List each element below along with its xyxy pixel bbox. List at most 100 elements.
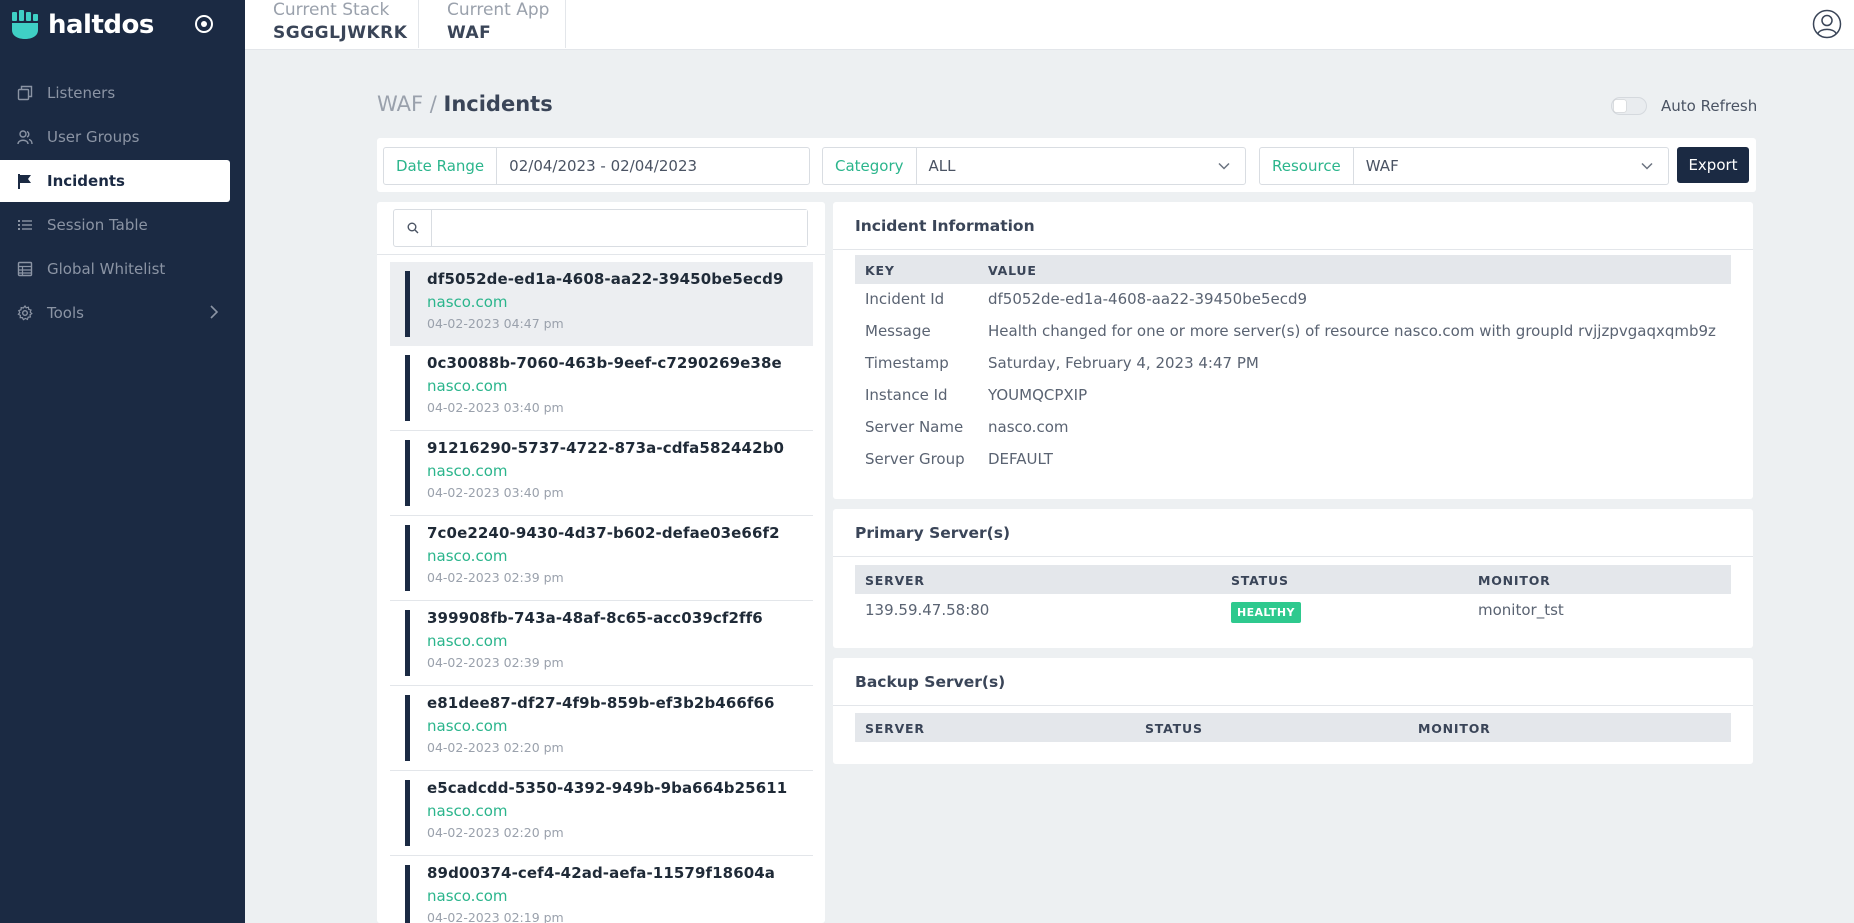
current-app-selector[interactable]: Current App WAF [419,0,566,48]
chevron-right-icon [210,305,219,319]
server-address: 139.59.47.58:80 [865,601,990,619]
brand-logo-link[interactable]: haltdos [10,6,154,44]
column-header-server: SERVER [865,573,925,588]
resource-label: Resource [1260,148,1354,184]
incident-list: df5052de-ed1a-4608-aa22-39450be5ecd9 nas… [390,262,813,923]
export-button[interactable]: Export [1677,147,1749,183]
gear-icon [16,304,34,322]
flag-icon [16,172,34,190]
incident-item[interactable]: 399908fb-743a-48af-8c65-acc039cf2ff6 nas… [390,601,813,686]
auto-refresh-toggle[interactable] [1611,97,1647,115]
incident-item[interactable]: e5cadcdd-5350-4392-949b-9ba664b25611 nas… [390,771,813,856]
sidebar-item-incidents[interactable]: Incidents [0,160,230,202]
incident-id: 0c30088b-7060-463b-9eef-c7290269e38e [427,354,782,372]
incident-item[interactable]: e81dee87-df27-4f9b-859b-ef3b2b466f66 nas… [390,686,813,771]
card-title: Primary Server(s) [833,509,1753,557]
incident-marker [405,440,410,506]
incident-item[interactable]: 91216290-5737-4722-873a-cdfa582442b0 nas… [390,431,813,516]
incident-list-panel: df5052de-ed1a-4608-aa22-39450be5ecd9 nas… [377,202,825,923]
table-icon [16,260,34,278]
current-app-value: WAF [447,23,492,43]
incident-marker [405,695,410,761]
info-value: Health changed for one or more server(s)… [988,322,1716,340]
category-select[interactable]: Category ALL [822,147,1246,185]
divider [377,254,825,255]
incident-host: nasco.com [427,802,508,820]
incident-host: nasco.com [427,462,508,480]
primary-servers-card: Primary Server(s) SERVER STATUS MONITOR … [833,509,1753,648]
table-row: Instance Id YOUMQCPXIP [855,380,1731,412]
breadcrumb-parent[interactable]: WAF [377,92,423,116]
chevron-down-icon [1218,162,1230,170]
user-profile-icon[interactable] [1812,9,1842,39]
category-value: ALL [928,157,956,175]
incident-item[interactable]: 0c30088b-7060-463b-9eef-c7290269e38e nas… [390,346,813,431]
incident-time: 04-02-2023 02:20 pm [427,740,564,755]
auto-refresh-control: Auto Refresh [1611,97,1757,115]
info-key: Server Group [865,450,965,468]
incident-information-card: Incident Information KEY VALUE Incident … [833,202,1753,499]
column-header-status: STATUS [1145,721,1203,736]
incident-marker [405,355,410,421]
current-stack-label: Current Stack [273,0,390,20]
toggle-knob [1614,100,1626,112]
current-stack-selector[interactable]: Current Stack SGGGLJWKRK [245,0,419,48]
incident-id: 91216290-5737-4722-873a-cdfa582442b0 [427,439,785,457]
sidebar-item-session-table[interactable]: Session Table [0,204,245,246]
backup-servers-card: Backup Server(s) SERVER STATUS MONITOR [833,658,1753,764]
incident-item[interactable]: 7c0e2240-9430-4d37-b602-defae03e66f2 nas… [390,516,813,601]
incident-host: nasco.com [427,632,508,650]
info-value: Saturday, February 4, 2023 4:47 PM [988,354,1259,372]
table-header: SERVER STATUS MONITOR [855,713,1731,742]
incident-item[interactable]: df5052de-ed1a-4608-aa22-39450be5ecd9 nas… [390,262,813,346]
sidebar-item-listeners[interactable]: Listeners [0,72,245,114]
date-range-label: Date Range [384,148,498,184]
incident-host: nasco.com [427,377,508,395]
card-title: Incident Information [833,202,1753,250]
filter-bar: Date Range 02/04/2023 - 02/04/2023 Categ… [377,138,1756,192]
incident-time: 04-02-2023 02:20 pm [427,825,564,840]
target-settings-icon[interactable] [193,13,215,35]
haltdos-logo-icon [12,10,38,39]
resource-select[interactable]: Resource WAF [1259,147,1669,185]
incident-host: nasco.com [427,293,508,311]
search-input[interactable] [432,210,807,246]
monitor-name: monitor_tst [1478,601,1564,619]
incident-id: e5cadcdd-5350-4392-949b-9ba664b25611 [427,779,788,797]
incident-time: 04-02-2023 04:47 pm [427,316,564,331]
date-range-filter[interactable]: Date Range 02/04/2023 - 02/04/2023 [383,147,810,185]
column-header-status: STATUS [1231,573,1289,588]
incident-host: nasco.com [427,547,508,565]
incident-id: e81dee87-df27-4f9b-859b-ef3b2b466f66 [427,694,775,712]
sidebar-item-user-groups[interactable]: User Groups [0,116,245,158]
current-app-label: Current App [447,0,550,20]
incident-time: 04-02-2023 02:19 pm [427,910,564,923]
info-value: YOUMQCPXIP [988,386,1088,404]
category-label: Category [823,148,917,184]
incident-marker [405,780,410,846]
primary-servers-table: SERVER STATUS MONITOR 139.59.47.58:80 HE… [855,565,1731,628]
incident-time: 04-02-2023 03:40 pm [427,400,564,415]
incident-time: 04-02-2023 02:39 pm [427,655,564,670]
info-value: DEFAULT [988,450,1053,468]
sidebar-item-label: User Groups [47,128,140,146]
incident-host: nasco.com [427,717,508,735]
window-icon [16,84,34,102]
resource-value: WAF [1365,157,1399,175]
date-range-value[interactable]: 02/04/2023 - 02/04/2023 [497,157,809,175]
incident-host: nasco.com [427,887,508,905]
sidebar-item-label: Listeners [47,84,116,102]
users-icon [16,128,34,146]
card-title: Backup Server(s) [833,658,1753,706]
sidebar-item-label: Tools [47,304,84,322]
sidebar-item-label: Session Table [47,216,148,234]
column-header-monitor: MONITOR [1418,721,1491,736]
backup-servers-table: SERVER STATUS MONITOR [855,713,1731,742]
incident-item[interactable]: 89d00374-cef4-42ad-aefa-11579f18604a nas… [390,856,813,923]
sidebar-item-global-whitelist[interactable]: Global Whitelist [0,248,245,290]
incident-id: 7c0e2240-9430-4d37-b602-defae03e66f2 [427,524,780,542]
sidebar-item-tools[interactable]: Tools [0,292,245,334]
info-value: nasco.com [988,418,1069,436]
column-header-server: SERVER [865,721,925,736]
current-stack-value: SGGGLJWKRK [273,23,408,43]
